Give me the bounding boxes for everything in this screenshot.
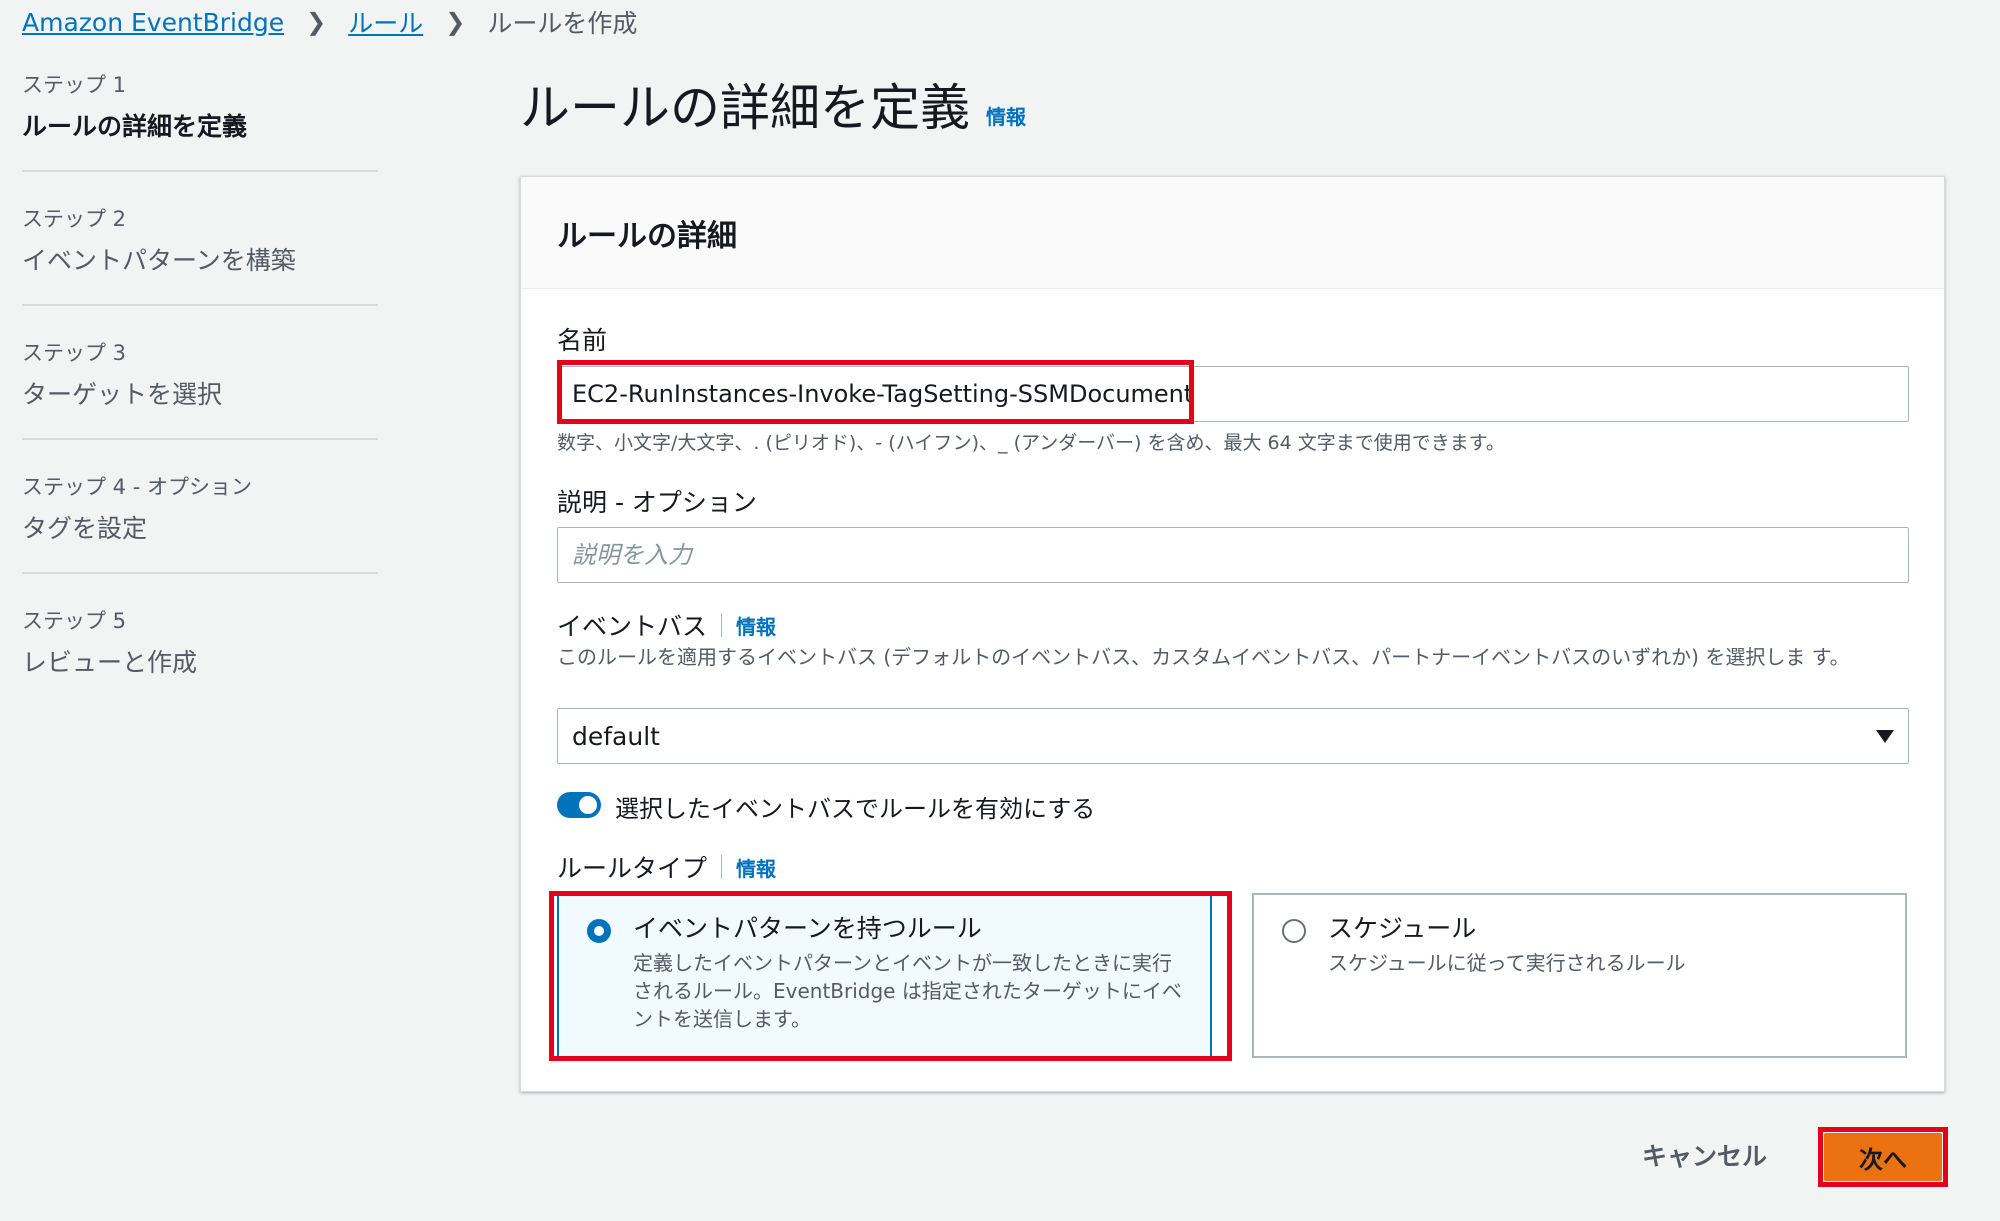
- event-bus-select[interactable]: default: [557, 708, 1909, 764]
- option-description: 定義したイベントパターンとイベントが一致したときに実行されるルール。EventB…: [633, 951, 1182, 1031]
- chevron-right-icon: ❯: [306, 8, 327, 36]
- option-title: イベントパターンを持つルール: [633, 914, 982, 943]
- caret-down-icon: [1876, 729, 1894, 743]
- step-title: ターゲットを選択: [22, 380, 223, 409]
- step-number: ステップ 2: [22, 207, 127, 231]
- rule-type-option-event-pattern[interactable]: イベントパターンを持つルール 定義したイベントパターンとイベントが一致したときに…: [557, 893, 1212, 1058]
- breadcrumb: Amazon EventBridge ❯ ルール ❯ ルールを作成: [22, 2, 637, 42]
- divider: [721, 613, 723, 637]
- step-1: ステップ 1 ルールの詳細を定義: [22, 72, 378, 172]
- step-title: ルールの詳細を定義: [22, 112, 248, 141]
- description-input[interactable]: [557, 527, 1909, 583]
- rule-type-option-schedule[interactable]: スケジュール スケジュールに従って実行されるルール: [1252, 893, 1907, 1058]
- option-description: スケジュールに従って実行されるルール: [1328, 951, 1686, 975]
- breadcrumb-link-rules[interactable]: ルール: [348, 4, 423, 40]
- panel-title: ルールの詳細: [557, 218, 737, 254]
- step-4: ステップ 4 - オプション タグを設定: [22, 474, 378, 574]
- cancel-button[interactable]: キャンセル: [1630, 1133, 1779, 1177]
- step-number: ステップ 4 - オプション: [22, 475, 252, 499]
- step-title: レビューと作成: [22, 648, 198, 677]
- wizard-steps: ステップ 1 ルールの詳細を定義 ステップ 2 イベントパターンを構築 ステップ…: [22, 72, 378, 742]
- step-title: タグを設定: [22, 514, 148, 543]
- rule-type-info-link[interactable]: 情報: [736, 853, 776, 882]
- enable-rule-label: 選択したイベントバスでルールを有効にする: [615, 795, 1096, 823]
- page-title: ルールの詳細を定義: [520, 79, 970, 137]
- rule-type-label-row: ルールタイプ 情報: [557, 849, 776, 885]
- radio-selected-icon[interactable]: [587, 919, 611, 943]
- next-button[interactable]: 次へ: [1824, 1133, 1942, 1181]
- chevron-right-icon: ❯: [445, 8, 466, 36]
- name-hint: 数字、小文字/大文字、. (ピリオド)、- (ハイフン)、_ (アンダーバー) …: [557, 432, 1505, 454]
- step-5: ステップ 5 レビューと作成: [22, 608, 378, 708]
- step-number: ステップ 1: [22, 73, 127, 97]
- info-link[interactable]: 情報: [986, 101, 1026, 130]
- step-number: ステップ 3: [22, 341, 127, 365]
- rule-type-label: ルールタイプ: [557, 854, 708, 883]
- breadcrumb-current: ルールを作成: [487, 9, 638, 38]
- divider: [721, 855, 723, 879]
- event-bus-label-row: イベントバス 情報: [557, 607, 776, 643]
- option-title: スケジュール: [1328, 914, 1477, 943]
- description-label: 説明 - オプション: [557, 488, 757, 517]
- enable-rule-toggle[interactable]: [557, 792, 601, 818]
- page-header: ルールの詳細を定義 情報: [520, 78, 1026, 138]
- breadcrumb-link-eventbridge[interactable]: Amazon EventBridge: [22, 8, 284, 37]
- step-2: ステップ 2 イベントパターンを構築: [22, 206, 378, 306]
- step-title: イベントパターンを構築: [22, 246, 296, 275]
- radio-unselected-icon[interactable]: [1282, 919, 1306, 943]
- event-bus-description: このルールを適用するイベントバス (デフォルトのイベントバス、カスタムイベントバ…: [557, 645, 1850, 669]
- name-input[interactable]: [557, 366, 1909, 422]
- panel-header: ルールの詳細: [521, 177, 1944, 289]
- event-bus-label: イベントバス: [557, 612, 708, 641]
- event-bus-selected-value: default: [572, 721, 660, 751]
- step-3: ステップ 3 ターゲットを選択: [22, 340, 378, 440]
- event-bus-info-link[interactable]: 情報: [736, 611, 776, 640]
- rule-details-panel: ルールの詳細 名前 数字、小文字/大文字、. (ピリオド)、- (ハイフン)、_…: [520, 176, 1945, 1092]
- step-number: ステップ 5: [22, 609, 127, 633]
- name-label: 名前: [557, 326, 608, 355]
